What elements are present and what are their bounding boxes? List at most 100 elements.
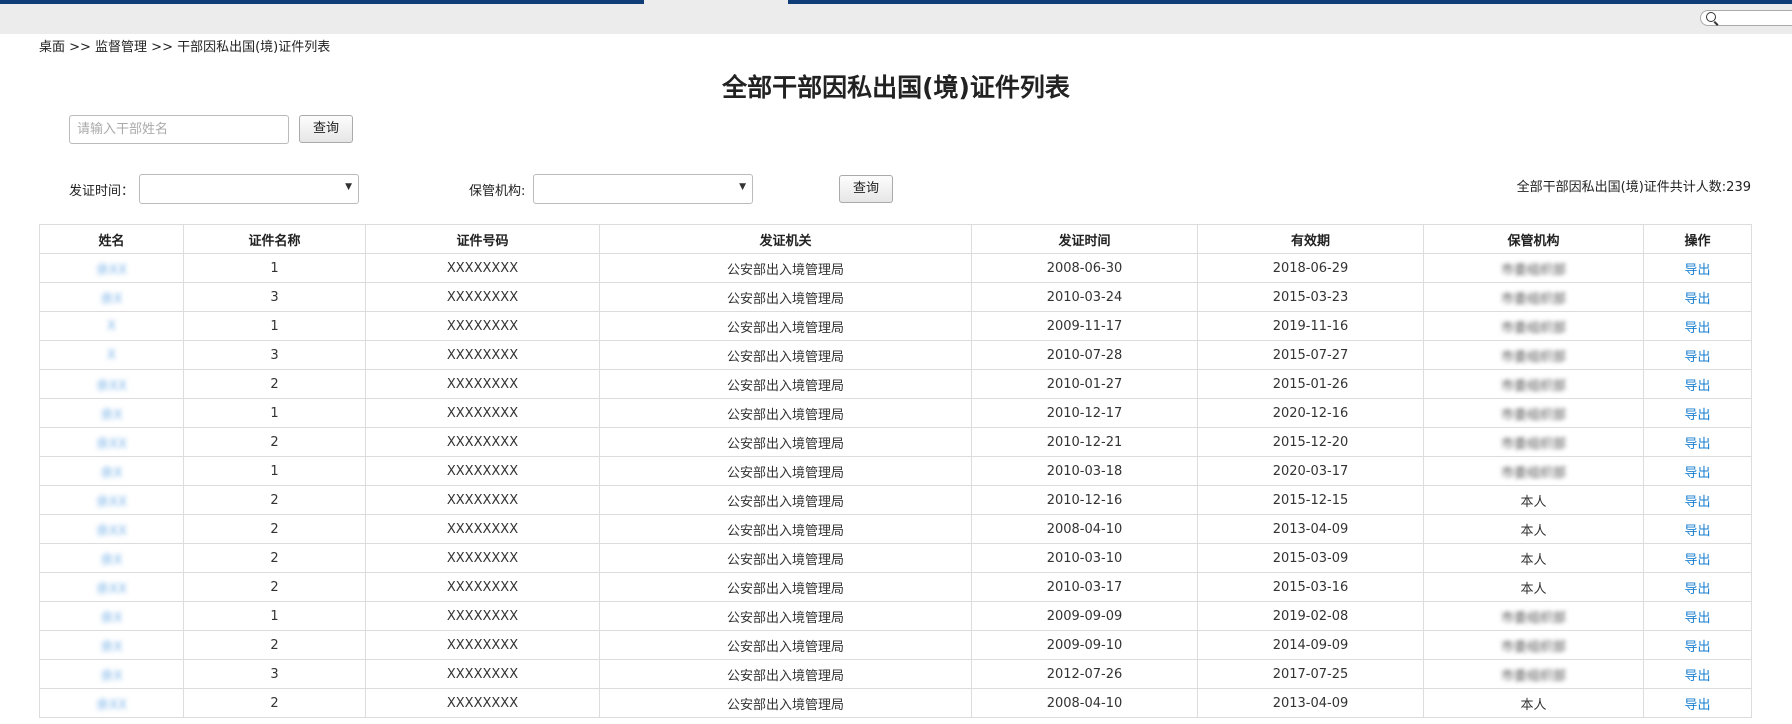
issue-time-select[interactable]: ▼ bbox=[139, 174, 359, 204]
export-link[interactable]: 导出 bbox=[1684, 582, 1710, 597]
cell-name-link[interactable]: X bbox=[107, 348, 116, 363]
export-link[interactable]: 导出 bbox=[1684, 379, 1710, 394]
cell-issuing-authority: 公安部出入境管理局 bbox=[726, 610, 844, 626]
cell-issue-date: 2009-11-17 bbox=[1046, 318, 1123, 334]
cell-name-link[interactable]: 余XX bbox=[96, 259, 127, 278]
cell-issue-date: 2010-12-21 bbox=[1046, 434, 1123, 450]
export-link[interactable]: 导出 bbox=[1684, 524, 1710, 539]
top-stripe-left bbox=[0, 0, 644, 4]
table-row: 余XX 2 XXXXXXXX 公安部出入境管理局 2008-04-10 2013-04-0… bbox=[39, 514, 1752, 544]
cell-doc-name: 3 bbox=[270, 347, 279, 363]
export-link[interactable]: 导出 bbox=[1684, 495, 1710, 510]
cell-name-link[interactable]: 余X bbox=[101, 462, 123, 481]
export-link[interactable]: 导出 bbox=[1684, 553, 1710, 568]
cell-custody-org: 市委组织部 bbox=[1500, 639, 1566, 655]
cell-issue-date: 2010-01-27 bbox=[1046, 376, 1123, 392]
cell-issuing-authority: 公安部出入境管理局 bbox=[726, 349, 844, 365]
cell-issue-date: 2010-07-28 bbox=[1046, 347, 1123, 363]
filter-query-button[interactable]: 查询 bbox=[839, 175, 893, 203]
cell-doc-name: 3 bbox=[270, 666, 279, 682]
cell-doc-number: XXXXXXXX bbox=[446, 318, 519, 334]
cell-expiry: 2019-11-16 bbox=[1272, 318, 1349, 334]
cell-issue-date: 2012-07-26 bbox=[1046, 666, 1123, 682]
issue-time-label: 发证时间： bbox=[69, 184, 135, 199]
cell-issuing-authority: 公安部出入境管理局 bbox=[726, 378, 844, 394]
cell-doc-number: XXXXXXXX bbox=[446, 695, 519, 711]
cell-name-link[interactable]: 余XX bbox=[96, 694, 127, 713]
cell-name-link[interactable]: 余X bbox=[101, 665, 123, 684]
cell-doc-name: 2 bbox=[270, 376, 279, 392]
export-link[interactable]: 导出 bbox=[1684, 611, 1710, 626]
export-link[interactable]: 导出 bbox=[1684, 437, 1710, 452]
export-link[interactable]: 导出 bbox=[1684, 466, 1710, 481]
cell-custody-org: 市委组织部 bbox=[1500, 291, 1566, 307]
cell-expiry: 2013-04-09 bbox=[1272, 521, 1349, 537]
export-link[interactable]: 导出 bbox=[1684, 350, 1710, 365]
table-row: 余XX 1 XXXXXXXX 公安部出入境管理局 2008-06-30 2018-06-2… bbox=[39, 253, 1752, 283]
cell-doc-number: XXXXXXXX bbox=[446, 289, 519, 305]
top-bar bbox=[0, 0, 1792, 34]
export-link[interactable]: 导出 bbox=[1684, 669, 1710, 684]
export-link[interactable]: 导出 bbox=[1684, 698, 1710, 713]
cell-expiry: 2020-12-16 bbox=[1272, 405, 1349, 421]
cell-custody-org: 本人 bbox=[1520, 552, 1547, 568]
header-issue-date: 发证时间 bbox=[971, 224, 1198, 254]
name-query-button[interactable]: 查询 bbox=[299, 115, 353, 143]
table-row: 余XX 2 XXXXXXXX 公安部出入境管理局 2010-01-27 2015-01-2… bbox=[39, 369, 1752, 399]
cell-doc-number: XXXXXXXX bbox=[446, 347, 519, 363]
table-row: 余XX 2 XXXXXXXX 公安部出入境管理局 2008-04-10 2013-04-0… bbox=[39, 688, 1752, 718]
table-row: 余X 3 XXXXXXXX 公安部出入境管理局 2010-03-24 2015-03-23… bbox=[39, 282, 1752, 312]
cell-issue-date: 2010-12-16 bbox=[1046, 492, 1123, 508]
cell-issuing-authority: 公安部出入境管理局 bbox=[726, 262, 844, 278]
cell-name-link[interactable]: 余XX bbox=[96, 578, 127, 597]
cell-name-link[interactable]: 余XX bbox=[96, 520, 127, 539]
cell-doc-number: XXXXXXXX bbox=[446, 666, 519, 682]
chevron-down-icon: ▼ bbox=[739, 182, 746, 192]
header-name: 姓名 bbox=[39, 224, 184, 254]
cell-expiry: 2015-01-26 bbox=[1272, 376, 1349, 392]
cell-doc-number: XXXXXXXX bbox=[446, 434, 519, 450]
header-doc-name: 证件名称 bbox=[183, 224, 366, 254]
cell-name-link[interactable]: 余X bbox=[101, 636, 123, 655]
cell-custody-org: 市委组织部 bbox=[1500, 320, 1566, 336]
table-row: 余X 1 XXXXXXXX 公安部出入境管理局 2009-09-09 2019-02-08… bbox=[39, 601, 1752, 631]
header-issuing-authority: 发证机关 bbox=[599, 224, 972, 254]
cell-name-link[interactable]: 余X bbox=[101, 288, 123, 307]
cell-expiry: 2018-06-29 bbox=[1272, 260, 1349, 276]
export-link[interactable]: 导出 bbox=[1684, 408, 1710, 423]
cell-expiry: 2015-12-15 bbox=[1272, 492, 1349, 508]
cell-doc-name: 2 bbox=[270, 550, 279, 566]
export-link[interactable]: 导出 bbox=[1684, 321, 1710, 336]
cell-issuing-authority: 公安部出入境管理局 bbox=[726, 407, 844, 423]
cell-name-link[interactable]: 余XX bbox=[96, 491, 127, 510]
cell-name-link[interactable]: X bbox=[107, 319, 116, 334]
export-link[interactable]: 导出 bbox=[1684, 263, 1710, 278]
cell-name-link[interactable]: 余XX bbox=[96, 375, 127, 394]
cell-doc-name: 3 bbox=[270, 289, 279, 305]
cell-doc-number: XXXXXXXX bbox=[446, 579, 519, 595]
custody-org-select[interactable]: ▼ bbox=[533, 174, 753, 204]
cell-name-link[interactable]: 余X bbox=[101, 549, 123, 568]
table-row: 余X 3 XXXXXXXX 公安部出入境管理局 2012-07-26 2017-07-25… bbox=[39, 659, 1752, 689]
cadre-name-search-input[interactable] bbox=[69, 115, 289, 144]
chevron-down-icon: ▼ bbox=[345, 182, 352, 192]
cell-expiry: 2019-02-08 bbox=[1272, 608, 1349, 624]
table-row: 余X 2 XXXXXXXX 公安部出入境管理局 2010-03-10 2015-03-09… bbox=[39, 543, 1752, 573]
cell-custody-org: 市委组织部 bbox=[1500, 668, 1566, 684]
cell-issue-date: 2009-09-09 bbox=[1046, 608, 1123, 624]
cell-issue-date: 2010-03-17 bbox=[1046, 579, 1123, 595]
cell-custody-org: 本人 bbox=[1520, 697, 1547, 713]
total-count-text: 全部干部因私出国(境)证件共计人数:239 bbox=[1516, 180, 1751, 195]
top-search-box[interactable] bbox=[1700, 10, 1792, 26]
cell-custody-org: 市委组织部 bbox=[1500, 407, 1566, 423]
page-title: 全部干部因私出国(境)证件列表 bbox=[722, 73, 1070, 102]
cell-issuing-authority: 公安部出入境管理局 bbox=[726, 639, 844, 655]
cell-name-link[interactable]: 余X bbox=[101, 404, 123, 423]
export-link[interactable]: 导出 bbox=[1684, 640, 1710, 655]
cell-issue-date: 2008-06-30 bbox=[1046, 260, 1123, 276]
cell-name-link[interactable]: 余X bbox=[101, 607, 123, 626]
header-custody-org: 保管机构 bbox=[1423, 224, 1644, 254]
export-link[interactable]: 导出 bbox=[1684, 292, 1710, 307]
cell-issue-date: 2009-09-10 bbox=[1046, 637, 1123, 653]
cell-name-link[interactable]: 余XX bbox=[96, 433, 127, 452]
